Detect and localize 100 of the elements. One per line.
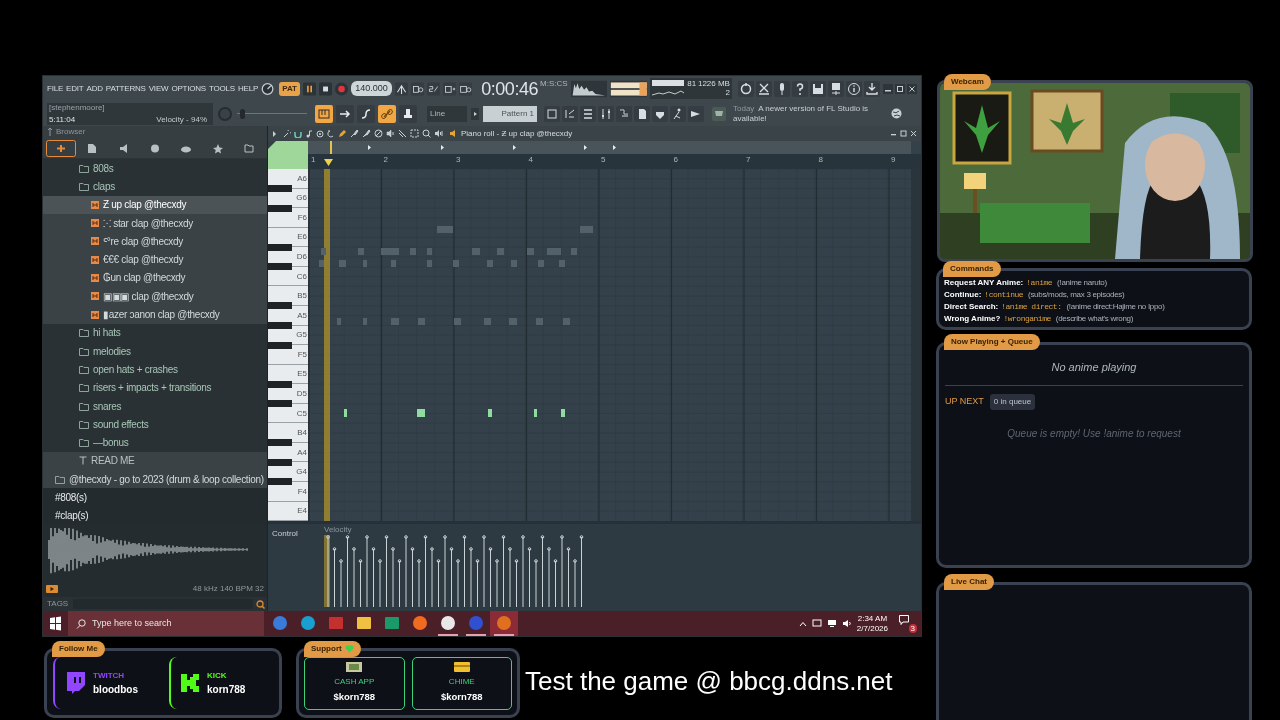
- undo-icon[interactable]: [327, 129, 335, 138]
- sharp-key[interactable]: [268, 204, 292, 212]
- info-icon[interactable]: [845, 80, 862, 97]
- piano-roll-icon[interactable]: [544, 105, 560, 122]
- letter-shape-icon: [181, 674, 199, 692]
- sharp-key[interactable]: [268, 380, 292, 388]
- refresh-icon[interactable]: [737, 80, 754, 97]
- mute-icon[interactable]: [386, 129, 395, 138]
- countdown-icon[interactable]: [426, 80, 440, 97]
- link-icon[interactable]: [378, 104, 396, 123]
- target-icon[interactable]: [316, 129, 324, 138]
- network-icon[interactable]: [811, 619, 822, 628]
- menu-item[interactable]: ADD: [86, 82, 103, 95]
- browser-item[interactable]: ᑦ°re clap @thecxdy: [43, 232, 267, 251]
- taskbar-clock[interactable]: 2:34 AM 2/7/2026: [856, 613, 888, 634]
- close-icon[interactable]: [907, 83, 917, 94]
- menu-item[interactable]: EDIT: [66, 82, 84, 95]
- close-icon[interactable]: [910, 130, 917, 137]
- playhead-marker-icon[interactable]: [324, 159, 333, 166]
- metronome-icon[interactable]: [394, 80, 408, 97]
- cut-icon[interactable]: [755, 80, 772, 97]
- magnet-icon[interactable]: [294, 129, 302, 138]
- keys-loop-icon[interactable]: [410, 80, 424, 97]
- globe-icon[interactable]: [891, 108, 902, 119]
- browser-item[interactable]: @thecxdy - go to 2023 (drum & loop collection): [43, 470, 267, 489]
- menu-item[interactable]: OPTIONS: [171, 82, 206, 95]
- restore-icon[interactable]: [900, 130, 907, 137]
- select-icon[interactable]: [410, 129, 419, 138]
- brush-icon[interactable]: [350, 129, 359, 138]
- sharp-key[interactable]: [268, 263, 292, 271]
- key-label: D5: [296, 388, 307, 398]
- tempo-display[interactable]: 140.000: [351, 80, 392, 97]
- pattern-mode-toggle[interactable]: PAT: [279, 81, 300, 96]
- scroll-bar[interactable]: [911, 169, 921, 521]
- browser-item[interactable]: ▣▣▣ clap @thecxdy: [43, 287, 267, 306]
- mixer-icon[interactable]: [598, 105, 614, 122]
- search-icon[interactable]: [256, 599, 265, 609]
- menu-item[interactable]: FILE: [47, 82, 64, 95]
- document-icon[interactable]: [634, 105, 650, 122]
- stamp-icon[interactable]: [399, 104, 417, 123]
- sharp-key[interactable]: [268, 341, 292, 349]
- volume-icon[interactable]: [841, 619, 852, 628]
- command-label: Direct Search:: [944, 301, 999, 312]
- pattern-selector[interactable]: Pattern 1: [483, 105, 537, 122]
- queue-empty-message: Queue is empty! Use !anime to request: [1006, 426, 1182, 441]
- menu-item[interactable]: TOOLS: [209, 82, 235, 95]
- cart-icon[interactable]: [712, 106, 726, 121]
- queue-count-badge: 0 in queue: [989, 393, 1036, 410]
- browser-item[interactable]: ▮azer ɔanon clap @thecxdy: [43, 305, 267, 324]
- pencil-icon[interactable]: [338, 129, 347, 138]
- sharp-key[interactable]: [268, 302, 292, 310]
- snap-dropdown[interactable]: Line: [427, 105, 467, 122]
- restore-icon[interactable]: [895, 83, 905, 94]
- browser-item[interactable]: #808(s): [43, 488, 267, 507]
- menu-item[interactable]: VIEW: [148, 82, 169, 95]
- erase-icon[interactable]: [374, 129, 383, 138]
- brush-icon[interactable]: [362, 129, 371, 138]
- sharp-key[interactable]: [268, 478, 292, 486]
- keys-plus-icon[interactable]: [443, 80, 457, 97]
- curve-icon[interactable]: [357, 104, 375, 123]
- notifications-button[interactable]: 3: [899, 614, 917, 633]
- sharp-key[interactable]: [268, 458, 292, 466]
- play-icon[interactable]: [46, 585, 58, 593]
- channel-rack-icon[interactable]: [580, 105, 596, 122]
- knob-icon[interactable]: [261, 80, 275, 97]
- minimize-icon[interactable]: [883, 83, 893, 94]
- sharp-key[interactable]: [268, 400, 292, 408]
- arrow-button-icon[interactable]: [471, 107, 479, 120]
- slider-thumb[interactable]: [240, 108, 246, 119]
- all-sources-icon[interactable]: [46, 139, 76, 157]
- pause-icon[interactable]: [303, 80, 317, 97]
- sharp-key[interactable]: [268, 185, 292, 193]
- figure-icon[interactable]: [670, 105, 686, 122]
- help-icon[interactable]: [791, 80, 808, 97]
- microphone-icon[interactable]: [773, 80, 790, 97]
- send-icon[interactable]: [688, 105, 704, 122]
- sharp-key[interactable]: [268, 321, 292, 329]
- zoom-icon[interactable]: [422, 129, 431, 138]
- save-new-icon[interactable]: [827, 80, 844, 97]
- save-icon[interactable]: [809, 80, 826, 97]
- stop-icon[interactable]: [319, 80, 333, 97]
- keys-cycle-icon[interactable]: [459, 80, 473, 97]
- menu-item[interactable]: PATTERNS: [105, 82, 146, 95]
- step-sequencer-icon[interactable]: [562, 105, 578, 122]
- download-icon[interactable]: [863, 80, 880, 97]
- sharp-key[interactable]: [268, 243, 292, 251]
- keyboard-icon[interactable]: [315, 104, 333, 123]
- note-properties-tab-icon[interactable]: [268, 141, 308, 169]
- menu-item[interactable]: HELP: [238, 82, 259, 95]
- sharp-key[interactable]: [268, 439, 292, 447]
- arrow-right-icon[interactable]: [336, 104, 354, 123]
- wrench-icon[interactable]: [283, 129, 291, 138]
- slice-icon[interactable]: [398, 129, 407, 138]
- piano-keyboard[interactable]: A6 G6 F6 E6 D6 C6 B5 A5 G5 F5 E5 D5 C5 B4 A4 G4 F4 E4: [268, 169, 308, 521]
- note-icon[interactable]: [305, 129, 313, 138]
- display-icon[interactable]: [826, 619, 837, 628]
- speaker-icon[interactable]: [434, 129, 443, 138]
- browser-item[interactable]: €€€ clap @thecxdy: [43, 250, 267, 269]
- search-field[interactable]: Type here to search: [68, 611, 264, 636]
- chevron-up-icon[interactable]: [798, 620, 807, 627]
